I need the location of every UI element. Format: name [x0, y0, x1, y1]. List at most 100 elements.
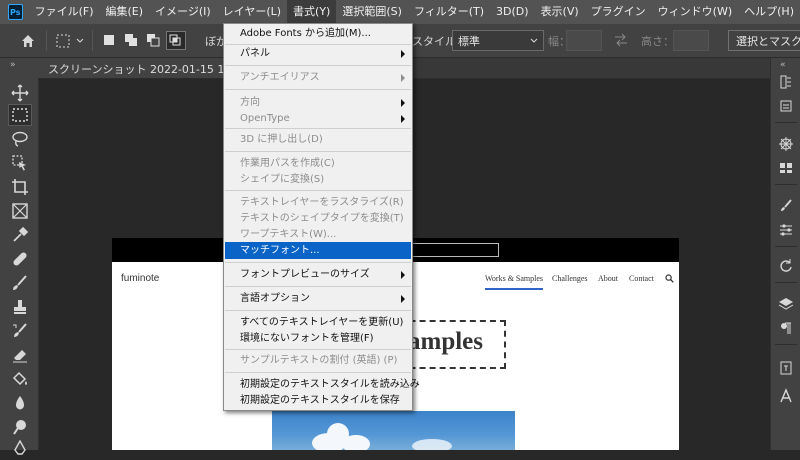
- menu-item-panels[interactable]: パネル: [225, 45, 411, 62]
- subtract-selection-icon[interactable]: [146, 33, 162, 47]
- select-and-mask-label: 選択とマスク...: [736, 35, 800, 48]
- intersect-selection-button[interactable]: [166, 31, 186, 50]
- menu-3d[interactable]: 3D(D): [490, 0, 535, 24]
- properties-panel-button[interactable]: [776, 220, 796, 240]
- eyedropper-tool[interactable]: [8, 224, 32, 246]
- add-selection-icon[interactable]: [124, 33, 140, 47]
- menu-item-label: OpenType: [240, 113, 290, 124]
- crop-tool[interactable]: [8, 176, 32, 198]
- navigator-panel-button[interactable]: [776, 256, 796, 276]
- eraser-icon: [13, 350, 27, 363]
- menu-item-font-preview-size[interactable]: フォントプレビューのサイズ: [225, 266, 411, 283]
- menu-item-save-default-type-styles[interactable]: 初期設定のテキストスタイルを保存: [225, 392, 411, 409]
- search-icon: [665, 274, 674, 283]
- menu-help[interactable]: ヘルプ(H): [738, 0, 800, 24]
- new-selection-icon[interactable]: [104, 35, 114, 45]
- adjustments-icon: [779, 137, 793, 151]
- character-panel-button[interactable]: [776, 386, 796, 406]
- menu-item-language-options[interactable]: 言語オプション: [225, 290, 411, 307]
- menu-separator: [225, 310, 411, 311]
- menu-file[interactable]: ファイル(F): [29, 0, 100, 24]
- styles-panel-button[interactable]: [776, 158, 796, 178]
- libraries-panel-button[interactable]: [776, 96, 796, 116]
- select-and-mask-button[interactable]: 選択とマスク...: [728, 30, 800, 51]
- object-select-tool[interactable]: [8, 152, 32, 174]
- chevron-down-icon[interactable]: [76, 38, 84, 44]
- menu-item-adobe-fonts[interactable]: Adobe Fonts から追加(M)...: [225, 25, 411, 42]
- width-input[interactable]: [566, 30, 602, 51]
- menu-type[interactable]: 書式(Y): [287, 0, 337, 24]
- menu-separator: [225, 190, 411, 191]
- menu-item-convert-to-shape[interactable]: シェイプに変換(S): [225, 171, 411, 188]
- eraser-tool[interactable]: [8, 344, 32, 366]
- menu-separator: [225, 372, 411, 373]
- menu-item-convert-shape-type[interactable]: テキストのシェイプタイプを変換(T): [225, 210, 411, 227]
- lasso-icon: [12, 131, 28, 147]
- lasso-tool[interactable]: [8, 128, 32, 150]
- site-name: fuminote: [121, 273, 160, 284]
- dodge-icon: [13, 420, 26, 435]
- style-select[interactable]: 標準: [452, 30, 544, 51]
- home-icon[interactable]: [20, 33, 36, 49]
- right-panel-dock: «: [770, 58, 800, 450]
- marquee-icon: [12, 108, 28, 122]
- move-tool[interactable]: [8, 82, 32, 104]
- paragraph-icon: [781, 322, 791, 334]
- object-select-icon: [12, 155, 26, 171]
- menu-filter[interactable]: フィルター(T): [408, 0, 490, 24]
- height-label: 高さ：: [641, 35, 674, 48]
- menu-item-update-all-text[interactable]: すべてのテキストレイヤーを更新(U): [225, 314, 411, 331]
- channels-panel-button[interactable]: [776, 318, 796, 338]
- menu-item-rasterize-text[interactable]: テキストレイヤーをラスタライズ(R): [225, 194, 411, 211]
- menu-item-opentype[interactable]: OpenType: [225, 110, 411, 127]
- paint-bucket-tool[interactable]: [8, 368, 32, 390]
- menu-separator: [225, 286, 411, 287]
- menu-separator: [225, 349, 411, 350]
- healing-brush-tool[interactable]: [8, 248, 32, 270]
- adjustments-panel-button[interactable]: [776, 134, 796, 154]
- menu-plugins[interactable]: プラグイン: [585, 0, 652, 24]
- crop-icon: [12, 179, 28, 195]
- menu-item-3d-extrude[interactable]: 3D に押し出し(D): [225, 131, 411, 148]
- blur-tool[interactable]: [8, 392, 32, 414]
- layers-panel-button[interactable]: [776, 294, 796, 314]
- clone-stamp-tool[interactable]: [8, 296, 32, 318]
- menu-item-create-work-path[interactable]: 作業用パスを作成(C): [225, 155, 411, 172]
- paragraph-style-icon: [780, 361, 792, 375]
- menu-item-warp-text[interactable]: ワープテキスト(W)...: [225, 226, 411, 243]
- height-input[interactable]: [673, 30, 709, 51]
- menu-image[interactable]: イメージ(I): [149, 0, 217, 24]
- menu-item-anti-alias[interactable]: アンチエイリアス: [225, 69, 411, 86]
- document-tab[interactable]: スクリーンショット 2022-01-15 185222.png: [38, 58, 284, 78]
- style-value: 標準: [458, 35, 480, 48]
- collapse-arrows-icon[interactable]: »: [10, 60, 16, 70]
- brush-tool[interactable]: [8, 272, 32, 294]
- menu-layer[interactable]: レイヤー(L): [217, 0, 287, 24]
- swap-icon[interactable]: [613, 33, 629, 47]
- history-icon: [780, 75, 791, 89]
- menu-window[interactable]: ウィンドウ(W): [652, 0, 738, 24]
- dodge-tool[interactable]: [8, 416, 32, 438]
- menu-item-load-default-type-styles[interactable]: 初期設定のテキストスタイルを読み込み: [225, 376, 420, 393]
- photoshop-logo-icon[interactable]: Ps: [8, 4, 23, 20]
- frame-tool[interactable]: [8, 200, 32, 222]
- paragraph-panel-button[interactable]: [776, 358, 796, 378]
- menu-item-manage-missing-fonts[interactable]: 環境にないフォントを管理(F): [225, 330, 411, 347]
- menu-item-label: フォントプレビューのサイズ: [240, 269, 370, 280]
- collapse-arrows-icon[interactable]: «: [780, 60, 786, 70]
- menu-item-match-font[interactable]: マッチフォント...: [225, 242, 411, 259]
- eyedropper-icon: [13, 226, 29, 242]
- history-brush-tool[interactable]: [8, 320, 32, 342]
- history-panel-button[interactable]: [776, 72, 796, 92]
- nav-about: About: [598, 274, 618, 283]
- marquee-preset-icon[interactable]: [56, 34, 72, 48]
- pen-tool[interactable]: [8, 438, 32, 460]
- menu-edit[interactable]: 編集(E): [100, 0, 150, 24]
- rect-marquee-tool[interactable]: [8, 104, 32, 126]
- menu-view[interactable]: 表示(V): [535, 0, 585, 24]
- menu-item-paste-lorem-ipsum[interactable]: サンプルテキストの割付 (英語) (P): [225, 352, 411, 369]
- menu-separator: [225, 262, 411, 263]
- brushes-panel-button[interactable]: [776, 196, 796, 216]
- menu-item-orientation[interactable]: 方向: [225, 94, 411, 111]
- menu-select[interactable]: 選択範囲(S): [336, 0, 408, 24]
